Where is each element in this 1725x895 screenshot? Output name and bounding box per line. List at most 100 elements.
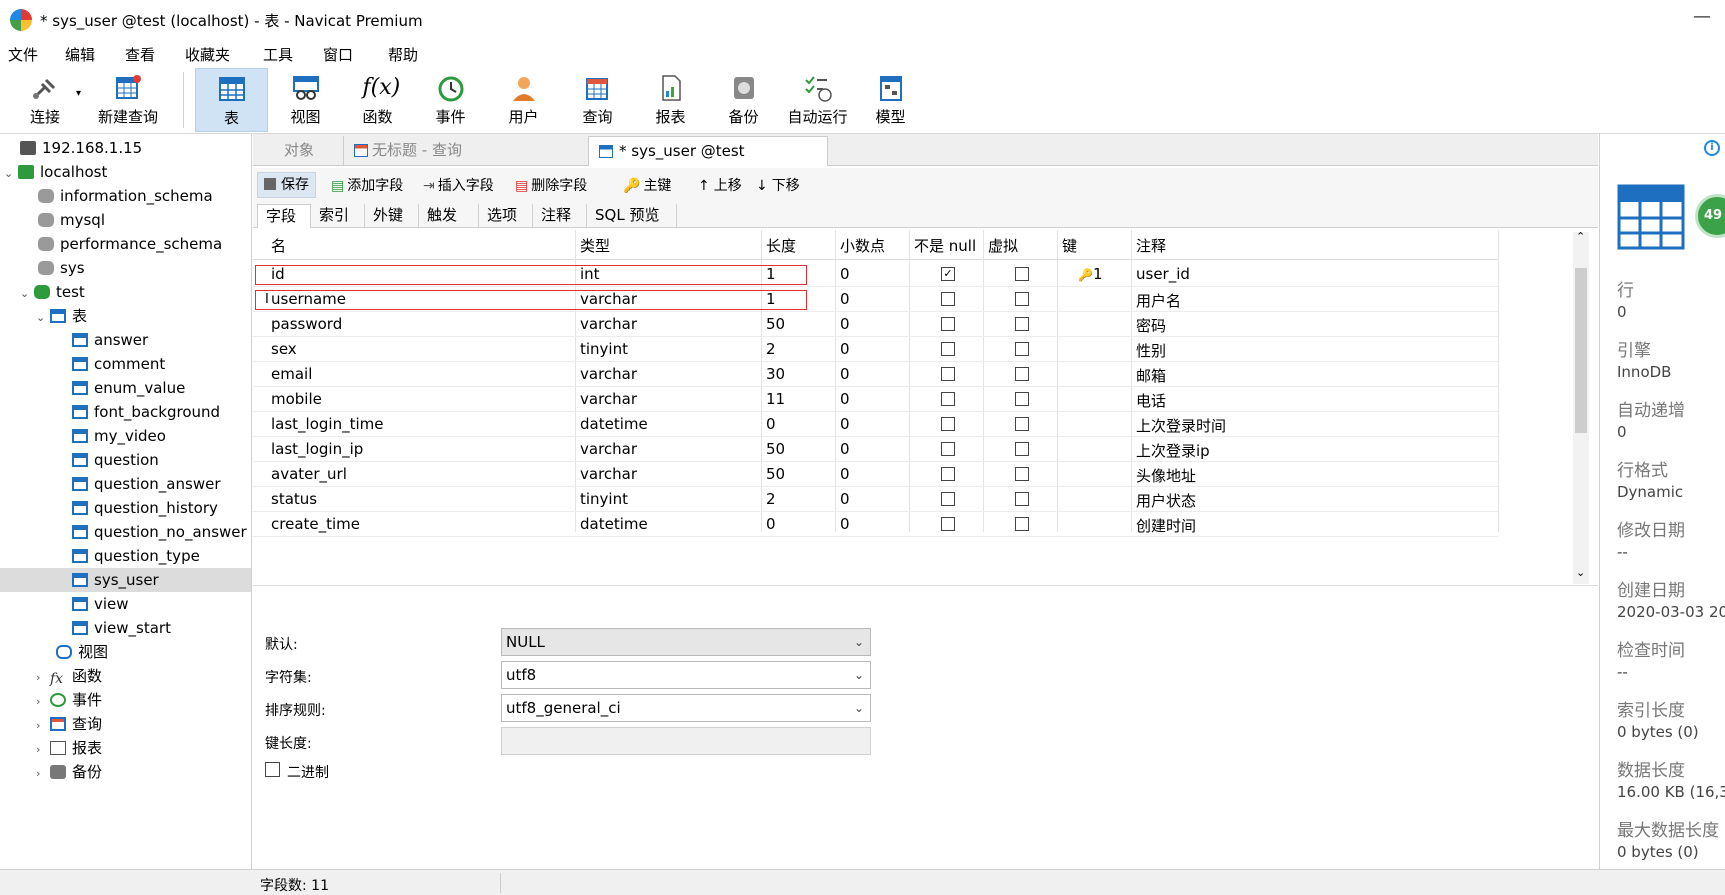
tree-db-test[interactable]: ⌄ test xyxy=(20,280,85,304)
col-header-virtual[interactable]: 虚拟 xyxy=(988,235,1018,256)
cell-length[interactable]: 50 xyxy=(766,440,785,458)
virtual-checkbox[interactable] xyxy=(1015,392,1029,406)
expand-icon[interactable]: › xyxy=(36,762,50,786)
virtual-checkbox[interactable] xyxy=(1015,292,1029,306)
tab-fields[interactable]: 字段 xyxy=(257,204,311,228)
move-down-button[interactable]: ↓ 下移 xyxy=(756,175,800,195)
col-header-name[interactable]: 名 xyxy=(271,235,286,256)
tree-table-question-type[interactable]: question_type xyxy=(72,544,200,568)
table-row[interactable]: mobile varchar 11 0 电话 xyxy=(253,387,1498,412)
cell-type[interactable]: datetime xyxy=(580,415,648,433)
tab-options[interactable]: 选项 xyxy=(479,204,533,228)
cell-length[interactable]: 2 xyxy=(766,340,776,358)
tree-table-question-no-answer[interactable]: question_no_answer xyxy=(72,520,247,544)
tab-indexes[interactable]: 索引 xyxy=(311,204,365,228)
collapse-icon[interactable]: ⌄ xyxy=(36,306,50,330)
not-null-checkbox[interactable] xyxy=(941,417,955,431)
cell-decimals[interactable]: 0 xyxy=(840,465,850,483)
binary-checkbox[interactable] xyxy=(265,762,280,777)
tab-untitled-query[interactable]: 无标题 - 查询 xyxy=(343,136,588,166)
cell-type[interactable]: tinyint xyxy=(580,340,628,358)
cell-type[interactable]: varchar xyxy=(580,365,637,383)
tree-localhost[interactable]: ⌄ localhost xyxy=(4,160,107,184)
cell-decimals[interactable]: 0 xyxy=(840,440,850,458)
tree-table-view[interactable]: view xyxy=(72,592,129,616)
cell-name[interactable]: sex xyxy=(271,340,297,358)
cell-comment[interactable]: 上次登录时间 xyxy=(1136,415,1226,436)
tree-table-sys-user[interactable]: sys_user xyxy=(0,568,251,592)
collapse-icon[interactable]: ⌄ xyxy=(20,282,34,306)
cell-decimals[interactable]: 0 xyxy=(840,415,850,433)
new-query-button[interactable]: 新建查询 xyxy=(88,68,168,132)
virtual-checkbox[interactable] xyxy=(1015,317,1029,331)
cell-name[interactable]: password xyxy=(271,315,342,333)
default-select[interactable]: NULL ⌄ xyxy=(501,628,871,656)
delete-field-button[interactable]: ▤ 删除字段 xyxy=(515,175,587,195)
tree-db-information-schema[interactable]: information_schema xyxy=(38,184,213,208)
cell-decimals[interactable]: 0 xyxy=(840,265,850,283)
virtual-checkbox[interactable] xyxy=(1015,367,1029,381)
tree-table-question-history[interactable]: question_history xyxy=(72,496,218,520)
virtual-checkbox[interactable] xyxy=(1015,492,1029,506)
move-up-button[interactable]: ↑ 上移 xyxy=(698,175,742,195)
tree-reports-node[interactable]: › 报表 xyxy=(36,736,102,760)
cell-length[interactable]: 0 xyxy=(766,515,776,533)
connect-button[interactable]: 连接 xyxy=(20,68,70,132)
tree-views-node[interactable]: 视图 xyxy=(56,640,108,664)
not-null-checkbox[interactable] xyxy=(941,442,955,456)
virtual-checkbox[interactable] xyxy=(1015,442,1029,456)
menu-view[interactable]: 查看 xyxy=(125,44,155,65)
cell-name[interactable]: status xyxy=(271,490,317,508)
cell-comment[interactable]: user_id xyxy=(1136,265,1190,283)
cell-name[interactable]: last_login_ip xyxy=(271,440,363,458)
cell-decimals[interactable]: 0 xyxy=(840,290,850,308)
cell-name[interactable]: mobile xyxy=(271,390,322,408)
tree-server-192[interactable]: 192.168.1.15 xyxy=(20,136,142,160)
table-row[interactable]: avater_url varchar 50 0 头像地址 xyxy=(253,462,1498,487)
tree-tables-node[interactable]: ⌄ 表 xyxy=(36,304,87,328)
cell-name[interactable]: last_login_time xyxy=(271,415,384,433)
not-null-checkbox[interactable] xyxy=(941,342,955,356)
cell-decimals[interactable]: 0 xyxy=(840,340,850,358)
connect-dropdown-icon[interactable]: ▾ xyxy=(76,88,81,99)
col-header-length[interactable]: 长度 xyxy=(766,235,796,256)
tree-table-question[interactable]: question xyxy=(72,448,159,472)
cell-type[interactable]: varchar xyxy=(580,390,637,408)
tree-db-sys[interactable]: sys xyxy=(38,256,85,280)
tree-queries-node[interactable]: › 查询 xyxy=(36,712,102,736)
cell-type[interactable]: varchar xyxy=(580,465,637,483)
expand-icon[interactable]: › xyxy=(36,738,50,762)
model-button[interactable]: 模型 xyxy=(863,68,918,132)
cell-length[interactable]: 30 xyxy=(766,365,785,383)
virtual-checkbox[interactable] xyxy=(1015,467,1029,481)
cell-type[interactable]: varchar xyxy=(580,440,637,458)
tab-objects[interactable]: 对象 xyxy=(263,136,335,166)
cell-length[interactable]: 50 xyxy=(766,465,785,483)
tree-backups-node[interactable]: › 备份 xyxy=(36,760,102,784)
primary-key-button[interactable]: 🔑 主键 xyxy=(623,175,671,195)
cell-length[interactable]: 11 xyxy=(766,390,785,408)
col-header-comment[interactable]: 注释 xyxy=(1136,235,1166,256)
cell-length[interactable]: 2 xyxy=(766,490,776,508)
menu-help[interactable]: 帮助 xyxy=(388,44,418,65)
cell-comment[interactable]: 性别 xyxy=(1136,340,1166,361)
col-header-type[interactable]: 类型 xyxy=(580,235,610,256)
collation-select[interactable]: utf8_general_ci ⌄ xyxy=(501,694,871,722)
col-header-not-null[interactable]: 不是 null xyxy=(914,235,976,256)
cell-type[interactable]: tinyint xyxy=(580,490,628,508)
virtual-checkbox[interactable] xyxy=(1015,342,1029,356)
not-null-checkbox[interactable] xyxy=(941,367,955,381)
table-row[interactable]: email varchar 30 0 邮箱 xyxy=(253,362,1498,387)
cell-length[interactable]: 0 xyxy=(766,415,776,433)
tab-foreign-keys[interactable]: 外键 xyxy=(365,204,419,228)
cell-decimals[interactable]: 0 xyxy=(840,315,850,333)
cell-comment[interactable]: 邮箱 xyxy=(1136,365,1166,386)
tab-sys-user-table[interactable]: * sys_user @test (localhost) ... xyxy=(588,136,828,188)
cell-comment[interactable]: 用户状态 xyxy=(1136,490,1196,511)
charset-select[interactable]: utf8 ⌄ xyxy=(501,661,871,689)
tab-comment[interactable]: 注释 xyxy=(533,204,587,228)
cell-comment[interactable]: 头像地址 xyxy=(1136,465,1196,486)
key-length-input[interactable] xyxy=(501,727,871,755)
automation-button[interactable]: 自动运行 xyxy=(780,68,855,132)
table-row[interactable]: create_time datetime 0 0 创建时间 xyxy=(253,512,1498,537)
